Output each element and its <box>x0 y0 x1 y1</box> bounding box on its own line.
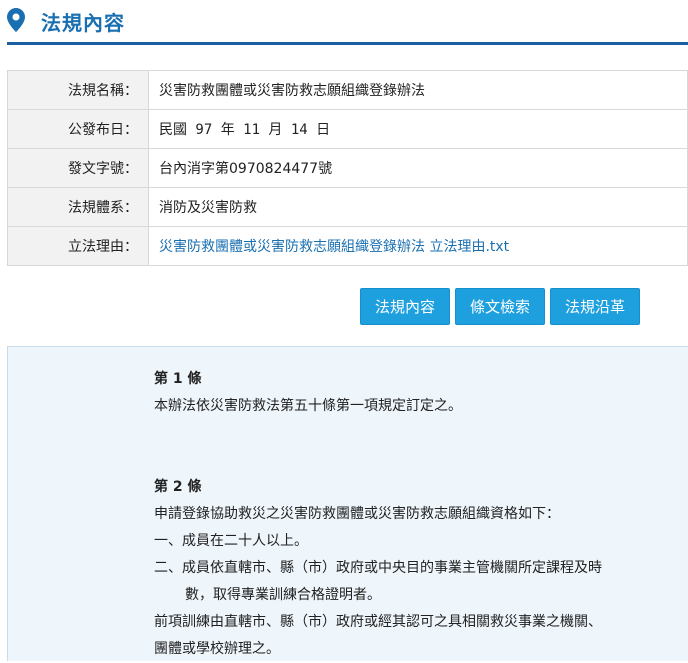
article-text: 二、成員依直轄市、縣（市）政府或中央目的事業主管機關所定課程及時 <box>154 560 602 576</box>
article-text: 前項訓練由直轄市、縣（市）政府或經其認可之具相關救災事業之機關、 <box>154 614 602 630</box>
legislative-reason-label: 立法理由： <box>7 226 149 266</box>
law-name-value: 災害防救團體或災害防救志願組織登錄辦法 <box>148 70 688 110</box>
legislative-reason-link[interactable]: 災害防救團體或災害防救志願組織登錄辦法 立法理由.txt <box>159 239 509 255</box>
table-row: 發文字號： 台內消字第0970824477號 <box>7 148 688 188</box>
publish-date-value: 民國 97 年 11 月 14 日 <box>148 109 688 149</box>
doc-number-label: 發文字號： <box>7 148 149 188</box>
law-content-button[interactable]: 法規內容 <box>360 288 450 325</box>
table-row: 公發布日： 民國 97 年 11 月 14 日 <box>7 109 688 149</box>
article-text: 團體或學校辦理之。 <box>154 641 280 657</box>
page-header: 法規內容 <box>0 0 688 46</box>
law-history-button[interactable]: 法規沿革 <box>550 288 640 325</box>
law-system-label: 法規體系： <box>7 187 149 227</box>
article-1: 第 1 條 本辦法依災害防救法第五十條第一項規定訂定之。 <box>154 366 462 420</box>
article-number: 第 1 條 <box>154 371 202 387</box>
article-text: 本辦法依災害防救法第五十條第一項規定訂定之。 <box>154 398 462 414</box>
map-pin-icon <box>7 8 25 32</box>
law-system-value: 消防及災害防救 <box>148 187 688 227</box>
article-search-button[interactable]: 條文檢索 <box>455 288 545 325</box>
publish-date-label: 公發布日： <box>7 109 149 149</box>
doc-number-value: 台內消字第0970824477號 <box>148 148 688 188</box>
article-2: 第 2 條 申請登錄協助救災之災害防救團體或災害防救志願組織資格如下： 一、成員… <box>154 474 602 663</box>
article-text: 申請登錄協助救災之災害防救團體或災害防救志願組織資格如下： <box>154 506 560 522</box>
law-name-label: 法規名稱： <box>7 70 149 110</box>
page-title: 法規內容 <box>41 11 125 35</box>
article-number: 第 2 條 <box>154 479 202 495</box>
table-row: 立法理由： 災害防救團體或災害防救志願組織登錄辦法 立法理由.txt <box>7 226 688 266</box>
table-row: 法規名稱： 災害防救團體或災害防救志願組織登錄辦法 <box>7 70 688 110</box>
article-text: 一、成員在二十人以上。 <box>154 533 308 549</box>
header-divider <box>7 42 688 45</box>
article-text: 數，取得專業訓練合格證明者。 <box>185 587 381 603</box>
action-buttons: 法規內容 條文檢索 法規沿革 <box>360 288 640 325</box>
table-row: 法規體系： 消防及災害防救 <box>7 187 688 227</box>
law-info-table: 法規名稱： 災害防救團體或災害防救志願組織登錄辦法 公發布日： 民國 97 年 … <box>7 70 688 266</box>
legislative-reason-cell: 災害防救團體或災害防救志願組織登錄辦法 立法理由.txt <box>148 226 688 266</box>
